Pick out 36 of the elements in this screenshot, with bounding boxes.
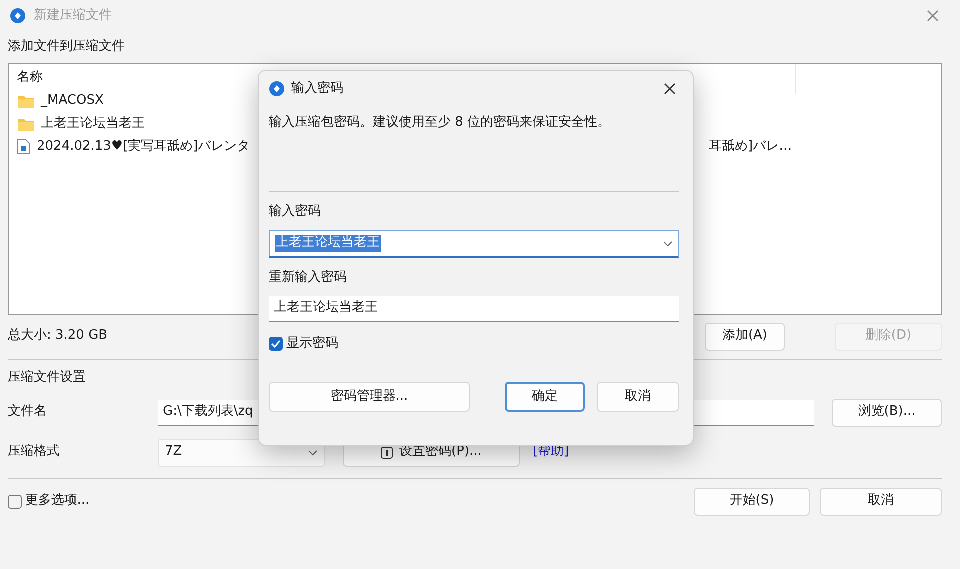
- folder-icon: [17, 116, 35, 132]
- cancel-button[interactable]: 取消: [820, 488, 942, 516]
- file-name[interactable]: 2024.02.13♥[実写耳舐め]バレンタ: [37, 138, 250, 156]
- app-icon: [269, 81, 285, 97]
- close-icon: [663, 82, 677, 96]
- cancel-button[interactable]: 取消: [597, 382, 679, 412]
- password-manager-button[interactable]: 密码管理器...: [269, 382, 470, 412]
- check-icon: [271, 340, 281, 348]
- show-password-checkbox[interactable]: 显示密码: [269, 336, 338, 352]
- section-heading: 添加文件到压缩文件: [8, 38, 125, 56]
- window-title: 新建压缩文件: [34, 8, 112, 24]
- field-label: 输入密码: [269, 204, 322, 221]
- file-name[interactable]: _MACOSX: [41, 92, 104, 110]
- field-label: 文件名: [8, 404, 48, 421]
- field-label: 压缩格式: [8, 444, 61, 461]
- browse-button[interactable]: 浏览(B)...: [832, 398, 942, 426]
- file-cell: 耳舐め]バレ…: [709, 138, 792, 156]
- start-button[interactable]: 开始(S): [694, 488, 810, 516]
- column-header: 名称: [17, 70, 43, 87]
- file-icon: [17, 139, 31, 155]
- field-label: 重新输入密码: [269, 270, 348, 287]
- total-size: 总大小: 3.20 GB: [8, 328, 108, 345]
- chevron-down-icon: [308, 450, 318, 456]
- password-field[interactable]: 上老王论坛当老王: [269, 230, 679, 258]
- add-button[interactable]: 添加(A): [705, 322, 785, 350]
- chevron-down-icon: [663, 240, 673, 246]
- app-icon: [10, 8, 26, 24]
- section-heading: 压缩文件设置: [8, 370, 86, 387]
- ok-button[interactable]: 确定: [505, 382, 585, 412]
- confirm-password-field[interactable]: 上老王论坛当老王: [269, 296, 679, 322]
- more-options-checkbox[interactable]: 更多选项...: [8, 493, 90, 510]
- close-icon: [926, 9, 940, 23]
- dialog-message: 输入压缩包密码。建议使用至少 8 位的密码来保证安全性。: [269, 114, 612, 132]
- file-name[interactable]: 上老王论坛当老王: [41, 116, 145, 132]
- folder-icon: [17, 93, 35, 109]
- dialog-title: 输入密码: [292, 80, 344, 98]
